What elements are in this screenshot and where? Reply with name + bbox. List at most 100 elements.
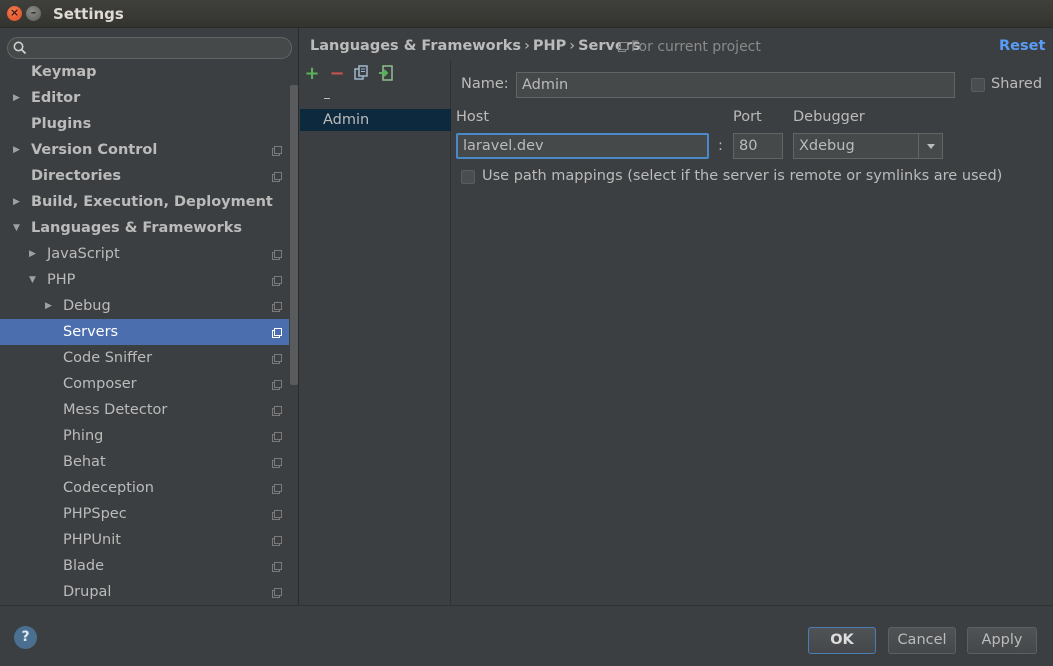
project-scope-icon <box>272 510 282 520</box>
tree-item-label: Debug <box>63 298 111 314</box>
expand-arrow-icon[interactable]: ▶ <box>13 85 23 111</box>
project-scope-icon <box>272 172 282 182</box>
tree-item-build-execution-deployment[interactable]: ▶ Build, Execution, Deployment <box>0 189 289 215</box>
port-field[interactable]: 80 <box>733 133 783 159</box>
search-input[interactable] <box>7 37 292 59</box>
tree-item-label: Codeception <box>63 480 154 496</box>
tree-item-label: Directories <box>31 168 122 184</box>
tree-item-label: Composer <box>63 376 137 392</box>
reset-link[interactable]: Reset <box>999 38 1045 54</box>
tree-item-label: Servers <box>63 324 119 340</box>
tree-item-php[interactable]: ▼ PHP <box>0 267 289 293</box>
import-server-button[interactable] <box>377 65 395 83</box>
host-port-colon: : <box>718 138 723 154</box>
shared-label: Shared <box>991 76 1043 92</box>
search-icon <box>13 41 27 55</box>
import-icon <box>379 65 393 81</box>
project-scope-icon <box>272 146 282 156</box>
tree-item-label: Behat <box>63 454 106 470</box>
expand-arrow-icon[interactable]: ▶ <box>13 137 23 163</box>
tree-item-drupal[interactable]: Drupal <box>0 579 289 605</box>
chevron-down-icon[interactable] <box>918 134 942 158</box>
tree-item-composer[interactable]: Composer <box>0 371 289 397</box>
ok-button[interactable]: OK <box>808 627 876 654</box>
project-scope-icon <box>272 380 282 390</box>
project-scope-icon <box>272 458 282 468</box>
project-scope-icon <box>272 354 282 364</box>
expand-arrow-icon[interactable]: ▶ <box>45 293 55 319</box>
tree-item-label: PHPSpec <box>63 506 127 522</box>
tree-item-label: Blade <box>63 558 104 574</box>
scope-note: For current project <box>618 39 761 55</box>
list-divider <box>324 98 330 99</box>
expand-arrow-icon[interactable]: ▶ <box>13 189 23 215</box>
tree-item-plugins[interactable]: Plugins <box>0 111 289 137</box>
host-label: Host <box>456 109 490 125</box>
tree-item-languages-frameworks[interactable]: ▼ Languages & Frameworks <box>0 215 289 241</box>
remove-server-button[interactable]: − <box>328 65 346 83</box>
apply-button[interactable]: Apply <box>967 627 1037 654</box>
tree-item-version-control[interactable]: ▶ Version Control <box>0 137 289 163</box>
tree-item-servers[interactable]: Servers <box>0 319 289 345</box>
settings-sidebar: Keymap ▶ Editor Plugins ▶ Version Contro… <box>0 28 299 605</box>
close-window-button[interactable]: × <box>7 6 22 21</box>
window-title: Settings <box>53 5 124 23</box>
project-scope-icon <box>272 302 282 312</box>
cancel-button[interactable]: Cancel <box>888 627 956 654</box>
collapse-arrow-icon[interactable]: ▼ <box>29 267 39 293</box>
tree-item-label: Code Sniffer <box>63 350 153 366</box>
tree-item-keymap[interactable]: Keymap <box>0 59 289 85</box>
tree-item-code-sniffer[interactable]: Code Sniffer <box>0 345 289 371</box>
server-list-item[interactable]: Admin <box>300 109 451 131</box>
add-server-button[interactable]: + <box>303 65 321 83</box>
project-scope-icon <box>272 588 282 598</box>
name-field[interactable]: Admin <box>516 72 955 98</box>
tree-item-codeception[interactable]: Codeception <box>0 475 289 501</box>
name-label: Name: <box>461 76 509 92</box>
project-scope-icon <box>272 250 282 260</box>
debugger-selected-value: Xdebug <box>799 138 855 154</box>
path-mappings-label: Use path mappings (select if the server … <box>482 168 1003 184</box>
title-bar: × – Settings <box>0 0 1053 28</box>
sidebar-scrollbar[interactable] <box>290 85 298 385</box>
collapse-arrow-icon[interactable]: ▼ <box>13 215 23 241</box>
tree-item-label: Build, Execution, Deployment <box>31 194 273 210</box>
debugger-label: Debugger <box>793 109 865 125</box>
project-scope-icon <box>272 484 282 494</box>
port-label: Port <box>733 109 762 125</box>
project-scope-icon <box>272 276 282 286</box>
tree-item-mess-detector[interactable]: Mess Detector <box>0 397 289 423</box>
tree-item-label: Mess Detector <box>63 402 168 418</box>
breadcrumb-separator: › <box>569 38 576 54</box>
tree-item-directories[interactable]: Directories <box>0 163 289 189</box>
tree-item-javascript[interactable]: ▶ JavaScript <box>0 241 289 267</box>
tree-item-debug[interactable]: ▶ Debug <box>0 293 289 319</box>
breadcrumb-item: Languages & Frameworks <box>310 38 522 54</box>
host-field[interactable]: laravel.dev <box>456 133 709 159</box>
path-mappings-checkbox[interactable] <box>461 170 475 184</box>
tree-item-label: Version Control <box>31 142 158 158</box>
shared-checkbox[interactable] <box>971 78 985 92</box>
tree-item-phing[interactable]: Phing <box>0 423 289 449</box>
project-scope-icon <box>272 432 282 442</box>
project-scope-icon <box>618 42 628 52</box>
tree-item-phpunit[interactable]: PHPUnit <box>0 527 289 553</box>
tree-item-blade[interactable]: Blade <box>0 553 289 579</box>
tree-item-label: PHPUnit <box>63 532 121 548</box>
project-scope-icon <box>272 562 282 572</box>
tree-item-behat[interactable]: Behat <box>0 449 289 475</box>
minimize-window-button[interactable]: – <box>26 6 41 21</box>
help-button[interactable]: ? <box>14 626 37 649</box>
tree-item-label: Drupal <box>63 584 112 600</box>
project-scope-icon <box>272 406 282 416</box>
copy-icon <box>354 65 368 80</box>
tree-item-label: Plugins <box>31 116 92 132</box>
project-scope-icon <box>272 536 282 546</box>
tree-item-label: Editor <box>31 90 81 106</box>
expand-arrow-icon[interactable]: ▶ <box>29 241 39 267</box>
tree-item-label: Keymap <box>31 64 97 80</box>
tree-item-editor[interactable]: ▶ Editor <box>0 85 289 111</box>
tree-item-label: JavaScript <box>47 246 120 262</box>
tree-item-phpspec[interactable]: PHPSpec <box>0 501 289 527</box>
copy-server-button[interactable] <box>352 65 370 83</box>
